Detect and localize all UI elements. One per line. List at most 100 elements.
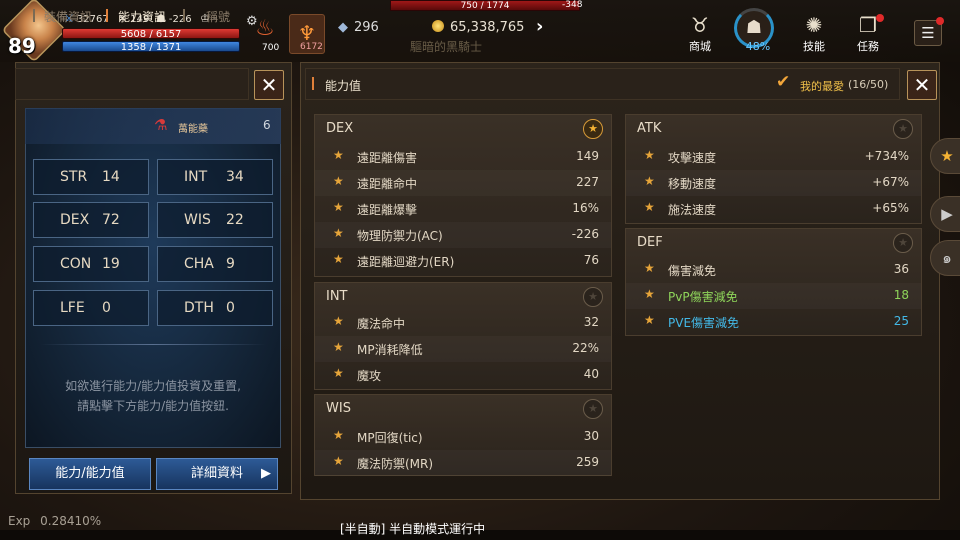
stat-name: CON [60, 256, 92, 272]
stat-row-value: 259 [576, 455, 599, 469]
menu-quest[interactable]: ❐ 任務 [844, 12, 892, 54]
character-level: 89 [8, 34, 36, 58]
star-icon[interactable]: ★ [333, 340, 344, 354]
detail-button-label: 詳細資料 [190, 466, 243, 481]
stat-row: ★ PvP傷害減免 18 [626, 283, 921, 309]
ability-button[interactable]: 能力/能力值 [29, 458, 151, 490]
mp-bar: 1358 / 1371 [62, 41, 240, 53]
stat-box-dex: DEX 72 [33, 202, 149, 238]
star-icon[interactable]: ★ [893, 119, 913, 139]
stat-row-label: 遠距離命中 [357, 177, 418, 191]
stat-value: 0 [226, 300, 235, 316]
stat-row-value: +65% [872, 201, 909, 215]
tab-equipment[interactable]: 裝備資訊 [44, 8, 92, 25]
star-icon[interactable]: ★ [644, 287, 655, 301]
menu-shop[interactable]: ♉ 商城 [676, 12, 724, 54]
stat-row-label: MP回復(tic) [357, 431, 423, 445]
stat-row: ★ 傷害減免 36 [626, 257, 921, 283]
stat-box-int: INT 34 [157, 159, 273, 195]
gold-coin-icon [432, 20, 444, 32]
info-tab-bar [15, 68, 249, 100]
stat-name: STR [60, 169, 88, 185]
tab-title[interactable]: 稱號 [206, 8, 230, 25]
stat-row: ★ 遠距離命中 227 [315, 170, 611, 196]
character-title-ghost: 驅暗的黑騎士 [410, 40, 483, 54]
star-icon[interactable]: ★ [333, 200, 344, 214]
star-icon[interactable]: ★ [644, 200, 655, 214]
tab-ability[interactable]: 能力資訊 [118, 8, 166, 25]
star-icon[interactable]: ★ [333, 148, 344, 162]
quest-scroll-icon: ❐ [859, 13, 877, 37]
star-icon[interactable]: ★ [333, 366, 344, 380]
stat-hint-text: 如欲進行能力/能力值投資及重置, 請點擊下方能力/能力值按鈕. [40, 376, 266, 416]
stat-row-label: PVE傷害減免 [668, 316, 740, 330]
bag-icon: ☗ [745, 17, 763, 38]
elixir-icon: ⚗ [154, 116, 168, 134]
play-arrow-icon: ▶ [261, 466, 271, 481]
right-close-button[interactable]: ✕ [907, 70, 937, 100]
stat-row-value: 25 [893, 314, 909, 328]
gold-currency: 65,338,765 [432, 20, 524, 35]
stat-row: ★ 攻擊速度 +734% [626, 144, 921, 170]
top-exp-bar: 750 / 1774 [390, 0, 580, 11]
star-icon[interactable]: ★ [644, 174, 655, 188]
top-exp-extra: -348 [562, 0, 583, 10]
menu-quest-label: 任務 [857, 40, 879, 53]
crystal-value: 296 [354, 20, 379, 35]
stat-row-value: 227 [576, 175, 599, 189]
gold-value: 65,338,765 [450, 20, 525, 35]
star-icon[interactable]: ★ [333, 174, 344, 188]
favorite-label[interactable]: 我的最愛 [800, 78, 844, 94]
stat-row: ★ 魔攻 40 [315, 362, 611, 388]
stat-row-value: +67% [872, 175, 909, 189]
favorite-check-icon[interactable]: ✔ [776, 72, 794, 92]
stat-row-value: 36 [893, 262, 909, 276]
elixir-label: 萬能藥 [178, 124, 208, 135]
exp-readout: Exp 0.28410% [8, 514, 101, 528]
star-icon[interactable]: ★ [644, 148, 655, 162]
crystal-icon: ◆ [338, 20, 348, 35]
stat-row-label: MP消耗降低 [357, 343, 423, 357]
star-icon[interactable]: ★ [333, 454, 344, 468]
stat-box-wis: WIS 22 [157, 202, 273, 238]
star-icon[interactable]: ★ [333, 314, 344, 328]
stat-row-value: 149 [576, 149, 599, 163]
stat-row-label: 施法速度 [668, 203, 717, 217]
stat-value: 0 [102, 300, 111, 316]
menu-skill[interactable]: ✺ 技能 [790, 12, 838, 54]
elixir-row [25, 108, 281, 144]
stat-box-con: CON 19 [33, 246, 149, 282]
section-int: INT ★ ★ 魔法命中 32 ★ MP消耗降低 22% ★ 魔攻 40 [314, 282, 612, 390]
close-icon: ✕ [913, 73, 931, 97]
stat-row-label: 魔攻 [357, 369, 382, 383]
stat-row: ★ 魔法命中 32 [315, 310, 611, 336]
side-play-icon[interactable]: ▶ [930, 196, 960, 232]
star-icon[interactable]: ★ [583, 287, 603, 307]
quest-notification-dot [876, 14, 884, 22]
crystal-currency: ◆ 296 [338, 20, 379, 35]
money-bag-icon: ♉ [691, 13, 709, 37]
star-icon[interactable]: ★ [333, 428, 344, 442]
stat-box-dth: DTH 0 [157, 290, 273, 326]
stat-box-cha: CHA 9 [157, 246, 273, 282]
currency-expand-arrow-icon[interactable]: › [536, 16, 543, 37]
star-icon[interactable]: ★ [893, 233, 913, 253]
section-title: WIS [326, 401, 351, 416]
star-icon[interactable]: ★ [333, 252, 344, 266]
detail-button[interactable]: 詳細資料 ▶ [156, 458, 278, 490]
torch-count: 6172 [300, 42, 323, 52]
tab-separator-active [106, 9, 108, 22]
side-swirl-icon[interactable]: ๑ [930, 240, 960, 276]
star-icon[interactable]: ★ [583, 399, 603, 419]
exp-value: 0.28410% [40, 514, 102, 528]
star-icon[interactable]: ★ [333, 226, 344, 240]
star-icon[interactable]: ★ [583, 119, 603, 139]
stat-box-lfe: LFE 0 [33, 290, 149, 326]
left-close-button[interactable]: ✕ [254, 70, 284, 100]
side-favorite-star-icon[interactable]: ★ [930, 138, 960, 174]
close-icon: ✕ [260, 73, 278, 97]
star-icon[interactable]: ★ [644, 313, 655, 327]
favorite-count: (16/50) [848, 78, 889, 91]
star-icon[interactable]: ★ [644, 261, 655, 275]
defense-value: -226 [168, 14, 192, 25]
